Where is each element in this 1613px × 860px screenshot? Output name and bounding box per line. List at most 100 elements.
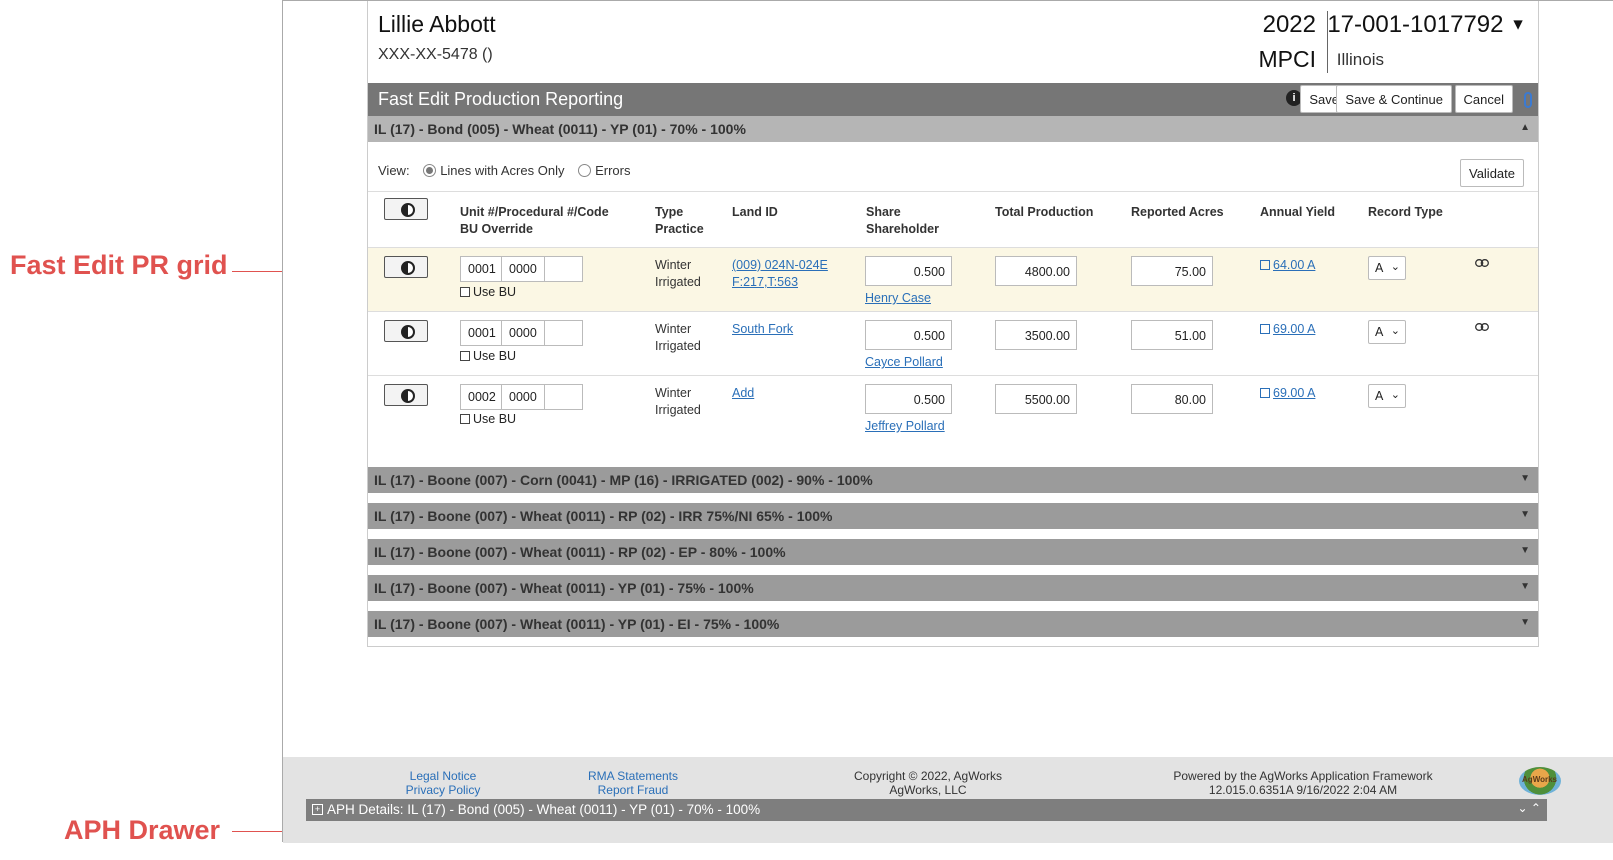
row-toggle-icon[interactable] xyxy=(384,256,428,278)
group-bar-collapsed[interactable]: IL (17) - Boone (007) - Wheat (0011) - Y… xyxy=(368,575,1538,601)
group-bar-active[interactable]: IL (17) - Bond (005) - Wheat (0011) - YP… xyxy=(368,116,1538,142)
total-production-input[interactable]: 4800.00 xyxy=(995,256,1077,286)
grid-header: Unit #/Procedural #/Code BU Override Type… xyxy=(368,191,1538,247)
use-bu-checkbox[interactable]: Use BU xyxy=(460,412,516,426)
group-title: IL (17) - Bond (005) - Wheat (0011) - YP… xyxy=(374,121,746,137)
checkbox-icon xyxy=(460,350,470,361)
code-input[interactable] xyxy=(544,256,583,282)
insured-ssn: XXX-XX-5478 () xyxy=(378,46,493,63)
land-id-link[interactable]: South Fork xyxy=(732,321,793,338)
col-land: Land ID xyxy=(732,205,778,219)
chevron-down-icon: ▼ xyxy=(1520,509,1530,520)
radio-lines-with-acres[interactable] xyxy=(423,164,437,178)
production-card: Lillie Abbott XXX-XX-5478 () 2022 MPCI 1… xyxy=(367,1,1539,647)
footer-legal: Legal Notice Privacy Policy xyxy=(393,769,493,797)
expand-icon xyxy=(1260,259,1270,270)
chevron-down-icon: ▼ xyxy=(1520,473,1530,484)
col-share: Share Shareholder xyxy=(866,205,939,236)
row-toggle-icon[interactable] xyxy=(384,384,428,406)
chevron-down-icon: ▼ xyxy=(1520,581,1530,592)
type-practice: Winter Irrigated xyxy=(655,386,701,417)
checkbox-icon xyxy=(460,413,470,424)
procedural-input[interactable]: 0000 xyxy=(501,320,545,346)
chevron-up-icon: ▲ xyxy=(1520,122,1530,133)
policy-selector[interactable]: 17-001-1017792 ▼ xyxy=(1327,11,1526,39)
reported-acres-input[interactable]: 80.00 xyxy=(1131,384,1213,414)
legal-notice-link[interactable]: Legal Notice xyxy=(393,769,493,783)
link-icon[interactable] xyxy=(1475,323,1489,331)
record-type-select[interactable]: A ⌄ xyxy=(1368,384,1406,408)
radio-errors[interactable] xyxy=(578,164,592,178)
section-title: Fast Edit Production Reporting xyxy=(378,89,624,109)
chevron-up-down-icon[interactable]: ⌄ ⌃ xyxy=(1518,801,1541,815)
record-type-select[interactable]: A ⌄ xyxy=(1368,320,1406,344)
aph-drawer[interactable]: + APH Details: IL (17) - Bond (005) - Whe… xyxy=(306,799,1547,821)
group-bar-collapsed[interactable]: IL (17) - Boone (007) - Wheat (0011) - R… xyxy=(368,503,1538,529)
footer-rma: RMA Statements Report Fraud xyxy=(573,769,693,797)
reported-acres-input[interactable]: 75.00 xyxy=(1131,256,1213,286)
procedural-input[interactable]: 0000 xyxy=(501,256,545,282)
toggle-all-icon[interactable] xyxy=(384,198,428,220)
code-input[interactable] xyxy=(544,384,583,410)
report-fraud-link[interactable]: Report Fraud xyxy=(573,783,693,797)
policy-state: Illinois xyxy=(1336,50,1384,69)
type-practice: Winter Irrigated xyxy=(655,322,701,353)
radio-lines-label: Lines with Acres Only xyxy=(440,163,565,178)
chevron-down-icon: ▼ xyxy=(1520,545,1530,556)
procedural-input[interactable]: 0000 xyxy=(501,384,545,410)
row-toggle-icon[interactable] xyxy=(384,320,428,342)
group-bar-collapsed[interactable]: IL (17) - Boone (007) - Wheat (0011) - Y… xyxy=(368,611,1538,637)
col-yield: Annual Yield xyxy=(1260,205,1336,219)
reported-acres-input[interactable]: 51.00 xyxy=(1131,320,1213,350)
group-bar-collapsed[interactable]: IL (17) - Boone (007) - Wheat (0011) - R… xyxy=(368,539,1538,565)
chevron-down-icon: ⌄ xyxy=(1390,261,1400,273)
annual-yield-link[interactable]: 64.00 A xyxy=(1260,257,1315,274)
unit-input[interactable]: 0001 xyxy=(460,320,502,346)
annual-yield-link[interactable]: 69.00 A xyxy=(1260,321,1315,338)
cancel-button[interactable]: Cancel xyxy=(1454,85,1513,113)
land-id-add-link[interactable]: Add xyxy=(732,385,754,402)
col-record: Record Type xyxy=(1368,205,1443,219)
scroll-indicator-icon[interactable] xyxy=(1524,92,1532,108)
share-input[interactable]: 0.500 xyxy=(865,384,952,414)
rma-statements-link[interactable]: RMA Statements xyxy=(573,769,693,783)
privacy-policy-link[interactable]: Privacy Policy xyxy=(393,783,493,797)
record-type-select[interactable]: A ⌄ xyxy=(1368,256,1406,280)
type-practice: Winter Irrigated xyxy=(655,258,701,289)
validate-button[interactable]: Validate xyxy=(1459,159,1524,187)
col-acres: Reported Acres xyxy=(1131,205,1224,219)
table-row: 0001 0000 Use BU Winter Irrigated South F… xyxy=(368,311,1538,375)
table-row: 0002 0000 Use BU Winter Irrigated Add 0.5… xyxy=(368,375,1538,459)
expand-icon: + xyxy=(312,803,323,815)
shareholder-link[interactable]: Henry Case xyxy=(865,290,931,307)
group-bar-collapsed[interactable]: IL (17) - Boone (007) - Corn (0041) - MP… xyxy=(368,467,1538,493)
checkbox-icon xyxy=(460,286,470,297)
code-input[interactable] xyxy=(544,320,583,346)
link-icon[interactable] xyxy=(1475,259,1489,267)
crop-year: 2022 xyxy=(1262,11,1316,38)
share-input[interactable]: 0.500 xyxy=(865,256,952,286)
fast-edit-grid-callout: Fast Edit PR grid xyxy=(10,250,228,280)
shareholder-link[interactable]: Jeffrey Pollard xyxy=(865,418,945,435)
annual-yield-link[interactable]: 69.00 A xyxy=(1260,385,1315,402)
caret-down-icon: ▼ xyxy=(1510,16,1526,34)
save-continue-button[interactable]: Save & Continue xyxy=(1336,85,1452,113)
total-production-input[interactable]: 5500.00 xyxy=(995,384,1077,414)
unit-input[interactable]: 0002 xyxy=(460,384,502,410)
program-label: MPCI xyxy=(1258,46,1317,72)
use-bu-checkbox[interactable]: Use BU xyxy=(460,285,516,299)
table-row: 0001 0000 Use BU Winter Irrigated (009) 0… xyxy=(368,247,1538,311)
land-id-link[interactable]: (009) 024N-024E F:217,T:563 xyxy=(732,257,828,291)
use-bu-checkbox[interactable]: Use BU xyxy=(460,349,516,363)
footer-powered: Powered by the AgWorks Application Frame… xyxy=(1173,769,1433,797)
chevron-down-icon: ▼ xyxy=(1520,617,1530,628)
view-filter: View: Lines with Acres Only Errors xyxy=(378,163,630,178)
view-label: View: xyxy=(378,163,410,178)
shareholder-link[interactable]: Cayce Pollard xyxy=(865,354,943,371)
expand-icon xyxy=(1260,387,1270,398)
unit-input[interactable]: 0001 xyxy=(460,256,502,282)
total-production-input[interactable]: 3500.00 xyxy=(995,320,1077,350)
app-window: Lillie Abbott XXX-XX-5478 () 2022 MPCI 1… xyxy=(282,0,1613,843)
section-titlebar: Fast Edit Production Reporting i Save Sa… xyxy=(368,83,1538,116)
share-input[interactable]: 0.500 xyxy=(865,320,952,350)
